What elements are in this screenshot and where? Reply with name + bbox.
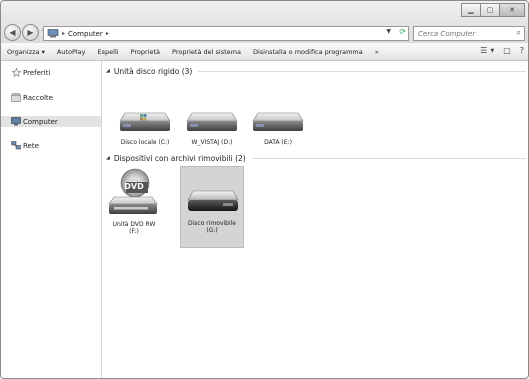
drive-label: DATA (E:): [264, 139, 292, 146]
drive-label-letter: (F:): [129, 228, 139, 235]
star-icon: [9, 68, 23, 77]
explorer-window: ▁ ▢ ✕ ◀ ▶ ▼ ▸ Computer ▸ ▼ ⟳ ⌕ Organizza…: [0, 0, 529, 379]
group-title: Dispositivi con archivi rimovibili (2): [113, 153, 246, 163]
change-view-icon[interactable]: ☰: [480, 46, 487, 55]
drive-label: Disco locale (C:): [120, 139, 170, 146]
preview-pane-icon[interactable]: ▢: [503, 46, 511, 55]
sidebar-item-raccolte[interactable]: Raccolte: [1, 92, 101, 103]
dvd-drive-icon: [108, 168, 158, 214]
collapse-triangle-icon[interactable]: ◢: [106, 68, 110, 74]
sidebar-item-label: Preferiti: [23, 68, 51, 77]
maximize-button[interactable]: ▢: [480, 3, 500, 17]
search-input[interactable]: [414, 29, 514, 38]
hard-drive-icon: [186, 112, 238, 131]
breadcrumb-chevron-icon[interactable]: ▸: [62, 30, 65, 37]
help-icon[interactable]: ?: [520, 46, 524, 55]
network-icon: [9, 141, 23, 150]
dvd-logo: DVD: [124, 182, 144, 191]
sidebar-item-label: Rete: [23, 141, 39, 150]
drive-c[interactable]: Disco locale (C:): [115, 107, 175, 146]
search-box[interactable]: ⌕: [413, 26, 525, 41]
breadcrumb-computer[interactable]: Computer: [68, 30, 103, 38]
forward-button[interactable]: ▶: [22, 24, 39, 41]
removable-disk-icon: [187, 190, 239, 211]
file-list: ◢ Unità disco rigido (3) Disco locale (C…: [102, 61, 528, 378]
group-divider: [198, 70, 526, 72]
drive-label: Disco rimovibile: [188, 220, 236, 227]
address-dropdown-icon[interactable]: ▼: [386, 28, 391, 35]
group-header-hard-drives[interactable]: ◢ Unità disco rigido (3): [106, 66, 526, 76]
uninstall-program-button[interactable]: Disinstalla o modifica programma: [247, 48, 369, 56]
sidebar-item-label: Raccolte: [23, 93, 53, 102]
sidebar-item-computer[interactable]: Computer: [1, 116, 101, 127]
drive-d[interactable]: W_VISTAJ (D:): [182, 107, 242, 146]
hard-drive-icon: [252, 112, 304, 131]
back-button[interactable]: ◀: [4, 24, 21, 41]
properties-button[interactable]: Proprietà: [125, 48, 166, 56]
view-controls: ☰ ▼ ▢ ?: [471, 46, 524, 55]
group-title: Unità disco rigido (3): [113, 66, 193, 76]
group-divider: [251, 157, 526, 159]
navigation-buttons: ◀ ▶ ▼: [4, 24, 48, 41]
library-icon: [9, 93, 23, 102]
drive-g-removable[interactable]: Disco rimovibile (G:): [180, 166, 244, 248]
system-properties-button[interactable]: Proprietà del sistema: [166, 48, 247, 56]
view-dropdown-icon[interactable]: ▼: [490, 48, 494, 54]
drive-f-dvd[interactable]: DVD Unità DVD RW (F:): [104, 167, 164, 243]
minimize-button[interactable]: ▁: [461, 3, 481, 17]
group-header-removable[interactable]: ◢ Dispositivi con archivi rimovibili (2): [106, 153, 526, 163]
command-bar: Organizza ▾ AutoPlay Espelli Proprietà P…: [1, 43, 528, 61]
drive-label-letter: (G:): [206, 227, 218, 234]
navigation-pane: Preferiti Raccolte Computer Rete: [1, 61, 102, 378]
breadcrumb-chevron-icon[interactable]: ▸: [106, 30, 109, 37]
system-drive-icon: [119, 112, 171, 131]
drive-label: W_VISTAJ (D:): [191, 139, 233, 146]
close-button[interactable]: ✕: [499, 3, 525, 17]
sidebar-item-rete[interactable]: Rete: [1, 140, 101, 151]
more-commands-button[interactable]: »: [369, 48, 385, 56]
drive-label: Unità DVD RW: [112, 221, 156, 228]
computer-icon: [47, 29, 59, 38]
refresh-icon[interactable]: ⟳: [399, 27, 406, 36]
sidebar-item-label: Computer: [23, 117, 58, 126]
eject-button[interactable]: Espelli: [92, 48, 125, 56]
search-icon[interactable]: ⌕: [517, 28, 521, 38]
drive-e[interactable]: DATA (E:): [248, 107, 308, 146]
address-bar[interactable]: ▸ Computer ▸ ▼ ⟳: [43, 26, 409, 41]
computer-icon: [9, 117, 23, 126]
organize-menu[interactable]: Organizza ▾: [1, 48, 51, 56]
sidebar-item-preferiti[interactable]: Preferiti: [1, 67, 101, 78]
title-bar: ▁ ▢ ✕ ◀ ▶ ▼ ▸ Computer ▸ ▼ ⟳ ⌕: [1, 1, 528, 43]
window-controls: ▁ ▢ ✕: [461, 3, 525, 17]
autoplay-button[interactable]: AutoPlay: [51, 48, 92, 56]
collapse-triangle-icon[interactable]: ◢: [106, 155, 110, 161]
